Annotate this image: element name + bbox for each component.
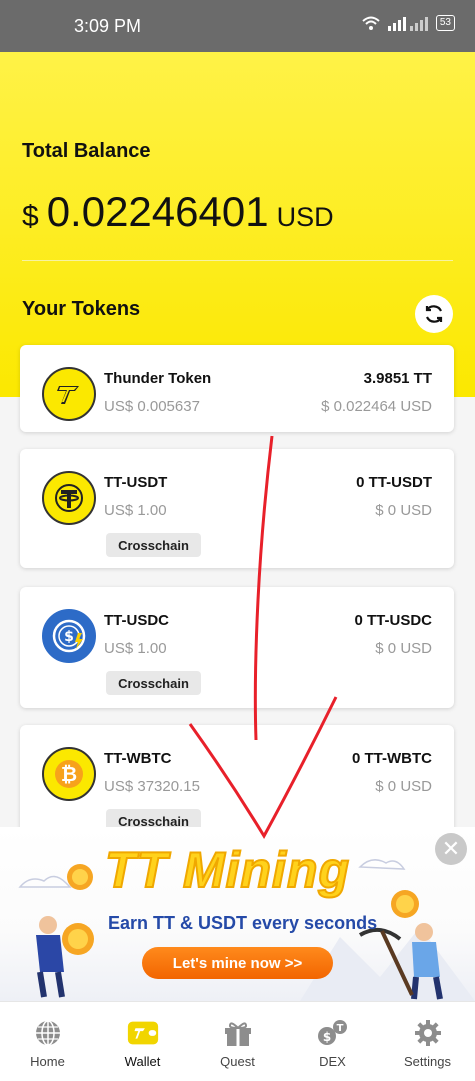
gift-icon: [221, 1018, 255, 1048]
svg-text:₿: ₿: [61, 762, 77, 786]
gear-icon: [411, 1018, 445, 1048]
currency-symbol: $: [22, 200, 39, 233]
close-icon[interactable]: ✕: [435, 833, 467, 865]
token-value: $ 0 USD: [375, 502, 432, 519]
token-amount: 3.9851 TT: [363, 370, 432, 387]
token-value: $ 0 USD: [375, 778, 432, 795]
balance-unit: USD: [276, 202, 334, 232]
crosschain-button[interactable]: Crosschain: [106, 671, 201, 695]
wifi-icon: [362, 16, 380, 30]
tab-label: Home: [30, 1054, 65, 1069]
promo-banner[interactable]: TT Mining Earn TT & USDT every seconds L…: [0, 827, 475, 1001]
total-balance-label: Total Balance: [22, 140, 151, 162]
tab-quest[interactable]: Quest: [190, 1002, 285, 1081]
status-time: 3:09 PM: [74, 16, 142, 36]
tab-home[interactable]: Home: [0, 1002, 95, 1081]
svg-text:T: T: [336, 1023, 343, 1034]
total-balance: $ 0.02246401 USD: [22, 188, 334, 236]
tab-bar: Home Wallet Quest $ T DEX Settings: [0, 1001, 475, 1081]
globe-icon: [31, 1018, 65, 1048]
refresh-icon: [425, 305, 443, 323]
token-card[interactable]: Thunder Token US$ 0.005637 3.9851 TT $ 0…: [20, 345, 454, 432]
mine-now-button[interactable]: Let's mine now >>: [142, 947, 333, 979]
wallet-icon: [126, 1018, 160, 1048]
banner-title: TT Mining: [104, 841, 351, 899]
token-amount: 0 TT-USDT: [356, 474, 432, 491]
tab-settings[interactable]: Settings: [380, 1002, 475, 1081]
token-price: US$ 37320.15: [104, 778, 200, 795]
token-name: Thunder Token: [104, 370, 212, 387]
svg-text:$: $: [64, 629, 74, 645]
signal-icon: [387, 17, 428, 31]
bitcoin-icon: ₿: [42, 747, 96, 801]
token-value: $ 0.022464 USD: [321, 398, 432, 415]
crosschain-button[interactable]: Crosschain: [106, 533, 201, 557]
divider: [22, 260, 453, 261]
thunder-token-icon: [42, 367, 96, 421]
token-name: TT-WBTC: [104, 750, 172, 767]
token-card[interactable]: $ TT-USDC US$ 1.00 0 TT-USDC $ 0 USD Cro…: [20, 587, 454, 708]
svg-text:$: $: [322, 1030, 330, 1044]
refresh-button[interactable]: [415, 295, 453, 333]
tether-icon: [42, 471, 96, 525]
exchange-icon: $ T: [316, 1018, 350, 1048]
balance-amount: 0.02246401: [46, 188, 269, 235]
battery-indicator: 53: [435, 15, 455, 31]
banner-subtitle: Earn TT & USDT every seconds: [108, 913, 378, 933]
token-price: US$ 1.00: [104, 640, 167, 657]
token-amount: 0 TT-USDC: [354, 612, 432, 629]
tab-wallet[interactable]: Wallet: [95, 1002, 190, 1081]
tab-label: Quest: [220, 1054, 255, 1069]
token-name: TT-USDT: [104, 474, 168, 491]
tab-label: Wallet: [124, 1054, 161, 1069]
token-card[interactable]: TT-USDT US$ 1.00 0 TT-USDT $ 0 USD Cross…: [20, 449, 454, 568]
token-name: TT-USDC: [104, 612, 169, 629]
status-bar: 3:09 PM 53: [0, 0, 475, 52]
token-price: US$ 1.00: [104, 502, 167, 519]
token-value: $ 0 USD: [375, 640, 432, 657]
usdc-icon: $: [42, 609, 96, 663]
section-title: Your Tokens: [22, 298, 141, 320]
tab-label: Settings: [404, 1054, 451, 1069]
tab-label: DEX: [319, 1054, 346, 1069]
token-amount: 0 TT-WBTC: [352, 750, 432, 767]
token-price: US$ 0.005637: [104, 398, 200, 415]
tab-dex[interactable]: $ T DEX: [285, 1002, 380, 1081]
status-icons: 53: [362, 15, 455, 31]
